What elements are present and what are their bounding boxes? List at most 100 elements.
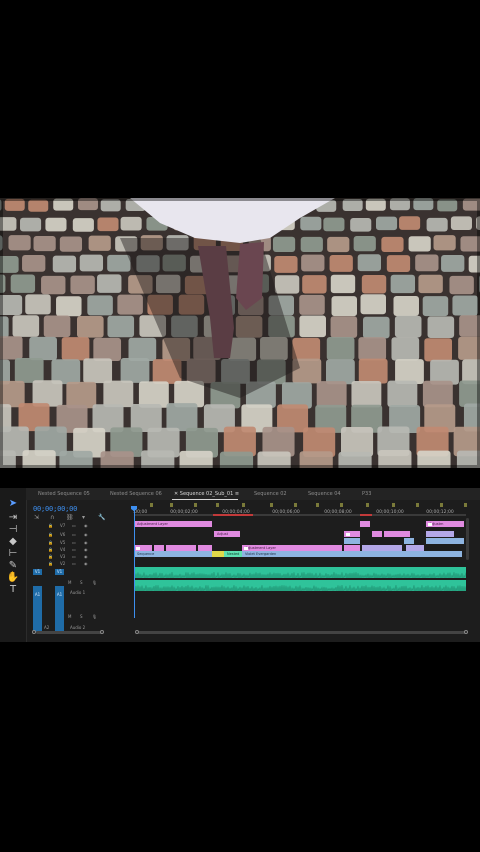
fx-badge-icon	[346, 532, 350, 536]
scroll-knob-left[interactable]	[135, 630, 139, 634]
track-header-v1: M S 🎙	[26, 580, 134, 586]
fx-badge-icon	[244, 546, 248, 550]
clip-violet-evergarden[interactable]: Violet Evergarden	[242, 551, 362, 557]
mute-button[interactable]: M	[68, 614, 71, 619]
slip-tool-icon[interactable]: ⊢	[6, 548, 20, 560]
clip[interactable]	[372, 531, 382, 537]
track-header-v3: 🔒 V3 ▭ ◉	[26, 554, 134, 560]
playhead[interactable]	[134, 506, 135, 618]
hand-tool-icon[interactable]: ✋	[6, 572, 20, 584]
razor-tool-icon[interactable]: ◆	[6, 536, 20, 548]
time-ruler[interactable]: :00;00 00;00;02;00 00;00;04;00 00;00;06;…	[133, 500, 470, 515]
target-v1[interactable]: V1	[55, 569, 64, 575]
mic-icon[interactable]: 🎙	[92, 614, 97, 619]
source-patch-v1[interactable]: V1	[33, 569, 42, 575]
track-name: Audio 2	[70, 625, 86, 630]
tab-label: Sequence 02_Sub_01	[179, 491, 234, 497]
track-label: V4	[60, 547, 66, 552]
sequence-marker[interactable]	[194, 503, 197, 507]
sync-icon[interactable]: ▭	[72, 561, 76, 566]
tab-sequence-02[interactable]: Sequence 02	[254, 490, 287, 498]
sync-icon[interactable]: ▭	[72, 547, 76, 552]
insert-overwrite-icon[interactable]: ⇲	[34, 514, 39, 521]
eye-icon[interactable]: ◉	[84, 561, 88, 566]
clip[interactable]	[426, 538, 464, 544]
sync-icon[interactable]: ▭	[72, 532, 76, 537]
header-scrollbar[interactable]	[36, 631, 102, 634]
mute-button[interactable]: M	[68, 580, 71, 585]
fx-badge-icon	[428, 522, 432, 526]
clip[interactable]	[344, 538, 360, 544]
sequence-marker[interactable]	[416, 503, 419, 507]
program-monitor-frame	[0, 198, 480, 468]
sequence-marker[interactable]	[464, 503, 467, 507]
sync-icon[interactable]: ▭	[72, 554, 76, 559]
sequence-marker[interactable]	[440, 503, 443, 507]
vertical-scrollbar[interactable]	[466, 518, 469, 560]
pen-tool-icon[interactable]: ✎	[6, 560, 20, 572]
sequence-marker[interactable]	[366, 503, 369, 507]
eye-icon[interactable]: ◉	[84, 547, 88, 552]
tab-sequence-04[interactable]: Sequence 04	[308, 490, 341, 498]
eye-icon[interactable]: ◉	[84, 554, 88, 559]
clip[interactable]	[212, 551, 224, 557]
tab-p33[interactable]: P33	[362, 490, 371, 498]
clip[interactable]	[360, 521, 370, 527]
add-marker-icon[interactable]: ▾	[82, 514, 85, 521]
sequence-marker[interactable]	[294, 503, 297, 507]
mic-icon[interactable]: 🎙	[92, 580, 97, 585]
track-select-tool-icon[interactable]: ⇥	[6, 512, 20, 524]
linked-selection-icon[interactable]: ⛓	[66, 514, 74, 521]
tab-sequence-02-sub-01[interactable]: ✕ Sequence 02_Sub_01 ≡	[174, 490, 239, 498]
lock-icon[interactable]: 🔒	[48, 540, 53, 545]
sequence-marker[interactable]	[316, 503, 319, 507]
sequence-marker[interactable]	[392, 503, 395, 507]
clip[interactable]	[404, 538, 414, 544]
eye-icon[interactable]: ◉	[84, 540, 88, 545]
ripple-edit-tool-icon[interactable]: ⊣	[6, 524, 20, 536]
lock-icon[interactable]: 🔒	[48, 547, 53, 552]
track-label: V6	[60, 532, 66, 537]
sequence-marker[interactable]	[216, 503, 219, 507]
sync-icon[interactable]: ▭	[72, 540, 76, 545]
timeline-settings-icon[interactable]: 🔧	[98, 514, 105, 521]
tab-menu-icon[interactable]: ≡	[235, 491, 239, 497]
zoom-knob-right[interactable]	[100, 630, 104, 634]
horizontal-zoom-scrollbar[interactable]	[138, 631, 466, 634]
scroll-knob-right[interactable]	[464, 630, 468, 634]
sequence-marker[interactable]	[242, 503, 245, 507]
clip-sequence[interactable]: Sequence	[134, 551, 212, 557]
sequence-marker[interactable]	[150, 503, 153, 507]
tab-nested-sequence-06[interactable]: Nested Sequence 06	[110, 490, 162, 498]
type-tool-icon[interactable]: T	[6, 584, 20, 596]
eye-icon[interactable]: ◉	[84, 532, 88, 537]
selection-tool-icon[interactable]: ➤	[6, 498, 20, 510]
tab-nested-sequence-05[interactable]: Nested Sequence 05	[38, 490, 90, 498]
sequence-marker[interactable]	[170, 503, 173, 507]
lock-icon[interactable]: 🔒	[48, 523, 53, 528]
track-name: Audio 1	[70, 590, 86, 595]
clip-nested[interactable]: Nested	[224, 551, 242, 557]
solo-button[interactable]: S	[80, 580, 83, 585]
audio-clip-a1b[interactable]	[134, 580, 466, 591]
playhead-timecode[interactable]: 00;00;00;00	[33, 505, 77, 513]
clip-adjust[interactable]: Adjust	[214, 531, 240, 537]
clip-label: Sequence	[137, 552, 155, 556]
eye-icon[interactable]: ◉	[84, 523, 88, 528]
sequence-marker[interactable]	[340, 503, 343, 507]
solo-button[interactable]: S	[80, 614, 83, 619]
lock-icon[interactable]: 🔒	[48, 554, 53, 559]
sync-icon[interactable]: ▭	[72, 523, 76, 528]
snap-icon[interactable]: ∩	[50, 514, 54, 521]
clip[interactable]	[362, 551, 462, 557]
clip-adjustment-layer[interactable]: Adjustment Layer	[134, 521, 212, 527]
clip[interactable]	[426, 531, 454, 537]
lock-icon[interactable]: 🔒	[48, 561, 53, 566]
zoom-knob-left[interactable]	[32, 630, 36, 634]
lock-icon[interactable]: 🔒	[48, 532, 53, 537]
clip[interactable]	[384, 531, 410, 537]
sequence-marker[interactable]	[270, 503, 273, 507]
timeline-tracks: Adjustment Layer Adjustm Adjust Adjustme…	[134, 516, 470, 628]
track-header-a1: Audio 1	[26, 590, 134, 596]
audio-clip-a1[interactable]	[134, 567, 466, 578]
